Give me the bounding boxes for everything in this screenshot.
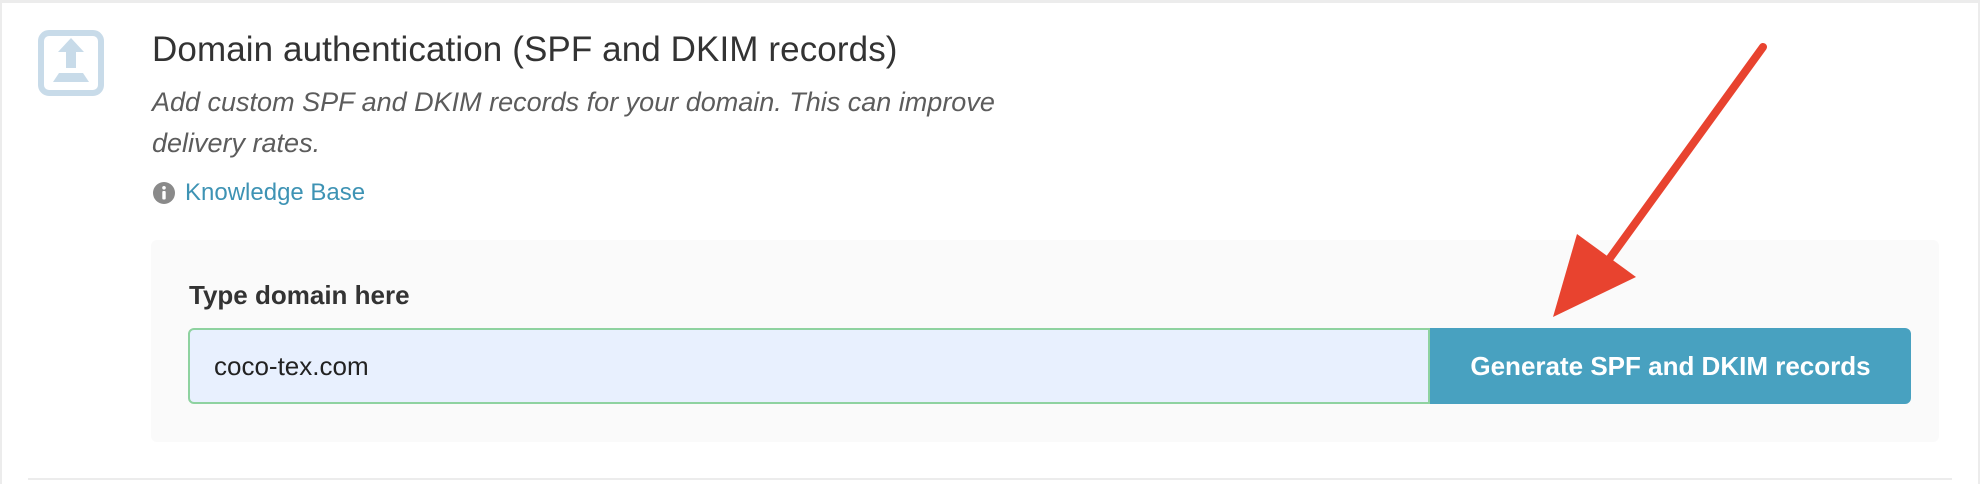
knowledge-base-link[interactable]: Knowledge Base: [152, 176, 365, 210]
section-title: Domain authentication (SPF and DKIM reco…: [152, 30, 898, 69]
section-divider: [28, 478, 1952, 480]
knowledge-base-label: Knowledge Base: [185, 179, 366, 206]
upload-icon: [38, 30, 104, 96]
section-description: Add custom SPF and DKIM records for your…: [152, 87, 995, 158]
red-arrow-icon: [1520, 30, 1780, 330]
generate-records-button[interactable]: Generate SPF and DKIM records: [1430, 328, 1911, 404]
info-circle-icon: [152, 181, 176, 205]
domain-field-label: Type domain here: [189, 280, 410, 310]
domain-input[interactable]: [188, 328, 1430, 404]
